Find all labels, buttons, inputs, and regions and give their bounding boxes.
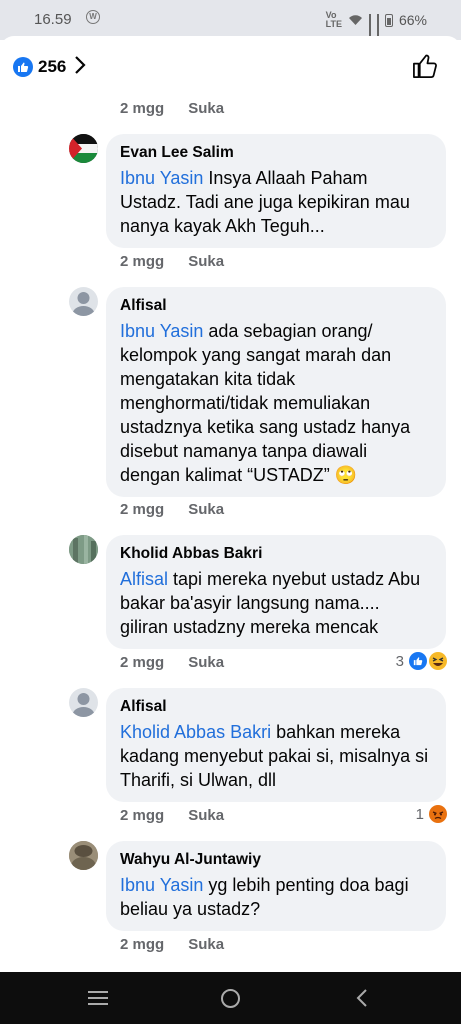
- comment-meta: 2 mgg Suka: [120, 100, 224, 117]
- comment-reactions[interactable]: 1: [416, 805, 447, 823]
- battery-level: 66%: [398, 12, 427, 28]
- like-count: 256: [38, 57, 67, 76]
- comment-text: Kholid Abbas Bakri bahkan mereka kadang …: [120, 720, 432, 792]
- volte-icon: Vo LTE: [325, 10, 342, 29]
- avatar[interactable]: [69, 134, 98, 163]
- status-time: 16.59: [34, 11, 72, 28]
- comment-body: ada sebagian orang/ kelompok yang sangat…: [120, 321, 411, 485]
- comment-meta: 2 mgg Suka: [120, 654, 224, 671]
- comment-bubble[interactable]: Wahyu Al-Juntawiy Ibnu Yasin yg lebih pe…: [106, 841, 446, 931]
- comment-mention[interactable]: Ibnu Yasin: [120, 875, 203, 895]
- like-comment-button[interactable]: Suka: [188, 936, 224, 953]
- comment-age[interactable]: 2 mgg: [120, 501, 164, 518]
- like-summary-button[interactable]: 256: [13, 56, 86, 78]
- comment-author[interactable]: Alfisal: [120, 297, 432, 315]
- home-circle-icon: [221, 989, 240, 1008]
- comment-age[interactable]: 2 mgg: [120, 100, 164, 117]
- signal-icon-2: [376, 14, 379, 44]
- angry-icon: [429, 805, 447, 823]
- reaction-count: 3: [395, 652, 404, 670]
- recent-apps-button[interactable]: [88, 990, 108, 1011]
- comment-bubble[interactable]: Kholid Abbas Bakri Alfisal tapi mereka n…: [106, 535, 446, 649]
- comments-sheet: 256 2 mgg Suka Evan Lee Salim Ibnu Yasin…: [0, 36, 461, 972]
- menu-lines-icon: [88, 991, 108, 1005]
- reactions-header: 256: [0, 50, 461, 86]
- battery-icon: [384, 13, 393, 27]
- like-comment-button[interactable]: Suka: [188, 807, 224, 824]
- comment-author[interactable]: Evan Lee Salim: [120, 144, 432, 162]
- avatar[interactable]: [69, 287, 98, 316]
- comment-mention[interactable]: Ibnu Yasin: [120, 168, 203, 188]
- like-comment-button[interactable]: Suka: [188, 654, 224, 671]
- haha-icon: [429, 652, 447, 670]
- comment-meta: 2 mgg Suka: [120, 936, 224, 953]
- system-navigation-bar: [0, 972, 461, 1024]
- like-comment-button[interactable]: Suka: [188, 253, 224, 270]
- thumbs-up-outline-icon: [413, 54, 437, 78]
- comment-text: Ibnu Yasin yg lebih penting doa bagi bel…: [120, 873, 432, 921]
- like-comment-button[interactable]: Suka: [188, 100, 224, 117]
- avatar[interactable]: [69, 535, 98, 564]
- comment-meta: 2 mgg Suka: [120, 253, 224, 270]
- back-button[interactable]: [355, 988, 369, 1013]
- comment-mention[interactable]: Alfisal: [120, 569, 168, 589]
- comment-age[interactable]: 2 mgg: [120, 654, 164, 671]
- avatar[interactable]: [69, 841, 98, 870]
- comment-author[interactable]: Wahyu Al-Juntawiy: [120, 851, 432, 869]
- comment-bubble[interactable]: Alfisal Ibnu Yasin ada sebagian orang/ k…: [106, 287, 446, 497]
- status-bar: 16.59 W Vo LTE 66%: [0, 0, 461, 44]
- comment-author[interactable]: Alfisal: [120, 698, 432, 716]
- chevron-right-icon: [74, 56, 86, 78]
- like-icon: [13, 57, 33, 77]
- comment-mention[interactable]: Kholid Abbas Bakri: [120, 722, 271, 742]
- comment-bubble[interactable]: Evan Lee Salim Ibnu Yasin Insya Allaah P…: [106, 134, 446, 248]
- like-post-button[interactable]: [411, 52, 439, 85]
- back-chevron-icon: [356, 989, 367, 1007]
- like-comment-button[interactable]: Suka: [188, 501, 224, 518]
- wordpress-icon: W: [86, 10, 100, 24]
- avatar[interactable]: [69, 688, 98, 717]
- comment-age[interactable]: 2 mgg: [120, 807, 164, 824]
- comment-meta: 2 mgg Suka: [120, 807, 224, 824]
- comment-mention[interactable]: Ibnu Yasin: [120, 321, 203, 341]
- like-icon: [409, 652, 427, 670]
- comment-text: Alfisal tapi mereka nyebut ustadz Abu ba…: [120, 567, 432, 639]
- comment-text: Ibnu Yasin Insya Allaah Paham Ustadz. Ta…: [120, 166, 432, 238]
- comment-text: Ibnu Yasin ada sebagian orang/ kelompok …: [120, 319, 432, 487]
- comment-author[interactable]: Kholid Abbas Bakri: [120, 545, 432, 563]
- reaction-count: 1: [415, 805, 424, 823]
- comment-age[interactable]: 2 mgg: [120, 936, 164, 953]
- signal-icon: [368, 14, 371, 44]
- comment-age[interactable]: 2 mgg: [120, 253, 164, 270]
- comment-meta: 2 mgg Suka: [120, 501, 224, 518]
- status-icons: Vo LTE 66%: [325, 10, 427, 44]
- wifi-icon: [348, 15, 362, 25]
- home-button[interactable]: [220, 988, 241, 1014]
- comment-bubble[interactable]: Alfisal Kholid Abbas Bakri bahkan mereka…: [106, 688, 446, 802]
- comment-reactions[interactable]: 3: [396, 652, 447, 670]
